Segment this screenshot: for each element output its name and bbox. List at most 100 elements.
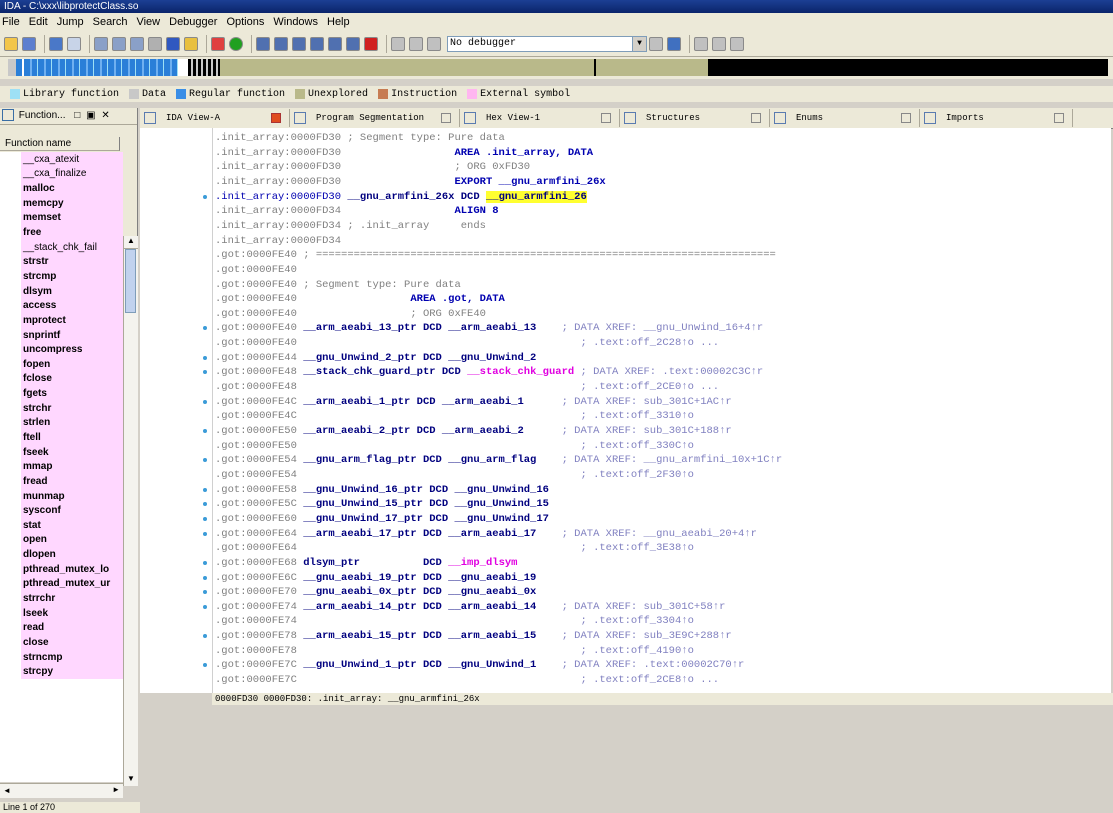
function-list-item[interactable]: ffopen [21,356,123,372]
disassembly-line[interactable]: .got:0000FE64 ; .text:off_3E38↑o [215,541,694,555]
function-list-hscroll[interactable]: ◄ ► [0,783,123,798]
instruction-text[interactable]: __arm_aeabi_2_ptr DCD __arm_aeabi_2 [297,425,524,437]
xref-comment[interactable]: ; DATA XREF: __gnu_armfini_10x+1C↑r [536,454,783,466]
open-file-icon[interactable] [4,36,18,51]
function-list-item[interactable]: fstrstr [21,254,123,270]
xref-comment[interactable]: ; DATA XREF: .text:00002C3C↑r [574,366,763,378]
disassembly-view[interactable]: .init_array:0000FD30 ; Segment type: Pur… [212,128,1111,693]
disassembly-line[interactable]: .got:0000FE78 ; .text:off_4190↑o [215,644,694,658]
chart-icon[interactable] [256,36,270,51]
disassembly-line[interactable]: .got:0000FE40 ; .text:off_2C28↑o ... [215,336,719,350]
instruction-text[interactable]: __gnu_aeabi_19_ptr DCD __gnu_aeabi_19 [297,572,536,584]
instruction-text[interactable]: __arm_aeabi_1_ptr DCD __arm_aeabi_1 [297,396,524,408]
disassembly-line[interactable]: .got:0000FE5C __gnu_Unwind_15_ptr DCD __… [215,497,549,511]
function-list-item[interactable]: fstat [21,518,123,533]
xref-comment[interactable]: ; .text:off_4190↑o [297,645,693,657]
disassembly-line[interactable]: .got:0000FE54 __gnu_arm_flag_ptr DCD __g… [215,453,782,467]
function-list-item[interactable]: fread [21,620,123,636]
function-list-item[interactable]: f__cxa_finalize [21,166,123,182]
disassembly-line[interactable]: .got:0000FE54 ; .text:off_2F30↑o [215,468,694,482]
instruction-text[interactable]: __arm_aeabi_15_ptr DCD __arm_aeabi_15 [297,630,536,642]
symbol-reference[interactable]: __gnu_armfini_26 [485,190,587,203]
instruction-text[interactable]: __gnu_Unwind_1_ptr DCD __gnu_Unwind_1 [297,659,536,671]
disassembly-line[interactable]: .got:0000FE4C __arm_aeabi_1_ptr DCD __ar… [215,395,732,409]
disassembly-line[interactable]: .got:0000FE50 __arm_aeabi_2_ptr DCD __ar… [215,424,732,438]
disassembly-line[interactable]: .init_array:0000FD30 AREA .init_array, D… [215,146,593,160]
function-list-item[interactable]: fmalloc [21,181,123,196]
function-list-item[interactable]: fmemcpy [21,195,123,211]
disassembly-line[interactable]: .got:0000FE48 ; .text:off_2CE0↑o ... [215,380,719,394]
disassembly-line[interactable]: .init_array:0000FD34 ALIGN 8 [215,204,499,218]
function-list-item[interactable]: fstrrchr [21,591,123,606]
search-binary-icon[interactable] [112,36,126,51]
xref-icon[interactable] [292,36,306,51]
instruction-text[interactable]: __stack_chk_guard_ptr DCD [297,366,467,378]
menu-windows[interactable]: Windows [273,16,318,28]
play-icon[interactable] [391,36,405,51]
function-list[interactable]: f__cxa_atexitf__cxa_finalizefmallocfmemc… [0,152,123,782]
tab-enums[interactable]: Enums [770,109,920,127]
symbol-reference[interactable]: __stack_chk_guard [467,366,574,378]
disassembly-line[interactable]: .got:0000FE40 ; ORG 0xFE40 [215,307,486,321]
disassembly-line[interactable]: .init_array:0000FD30 ; ORG 0xFD30 [215,160,530,174]
function-list-item[interactable]: ffree [21,225,123,240]
disassembly-line[interactable]: .got:0000FE6C __gnu_aeabi_19_ptr DCD __g… [215,571,536,585]
function-list-item[interactable]: ffclose [21,371,123,387]
menu-view[interactable]: View [136,16,160,28]
close-red-icon[interactable] [364,36,378,51]
xref-comment[interactable]: ; DATA XREF: sub_3E9C+288↑r [536,630,732,642]
disassembly-line[interactable]: .got:0000FE60 __gnu_Unwind_17_ptr DCD __… [215,512,549,526]
xref-comment[interactable]: ; .text:off_3E38↑o [297,542,693,554]
disassembly-line[interactable]: .got:0000FE40 __arm_aeabi_13_ptr DCD __a… [215,321,763,335]
xref-comment[interactable]: ; DATA XREF: sub_301C+1AC↑r [524,396,732,408]
disassembly-line[interactable]: .got:0000FE4C ; .text:off_3310↑o [215,409,694,423]
disassembly-line[interactable]: .init_array:0000FD30 EXPORT __gnu_armfin… [215,175,606,189]
disassembly-line[interactable]: .got:0000FE40 ; Segment type: Pure data [215,278,461,292]
debug-options-icon[interactable] [649,36,663,51]
symbol-reference[interactable]: __imp_dlsym [448,557,517,569]
function-list-item[interactable]: fsnprintf [21,327,123,343]
tab-close-icon[interactable] [1054,113,1064,123]
disassembly-line[interactable]: .got:0000FE58 __gnu_Unwind_16_ptr DCD __… [215,483,549,497]
disassembly-line[interactable]: .got:0000FE40 ; ========================… [215,248,776,262]
disassembly-line[interactable]: .got:0000FE74 ; .text:off_3304↑o [215,614,694,628]
maximize-icon[interactable]: ▣ [86,110,95,121]
function-list-item[interactable]: f__cxa_atexit [21,152,123,167]
instruction-text[interactable]: dlsym_ptr DCD [297,557,448,569]
disassembly-line[interactable]: .got:0000FE40 AREA .got, DATA [215,292,505,306]
function-list-item[interactable]: fclose [21,635,123,650]
function-list-item[interactable]: fstrcpy [21,664,123,680]
tab-close-icon[interactable] [271,113,281,123]
function-list-item[interactable]: fstrncmp [21,649,123,665]
disassembly-line[interactable]: .init_array:0000FD30 __gnu_armfini_26x D… [215,190,587,204]
chart2-icon[interactable] [274,36,288,51]
disassembly-line[interactable]: .got:0000FE50 ; .text:off_330C↑o [215,439,694,453]
xref-comment[interactable]: ; .text:off_330C↑o [297,440,693,452]
menu-file[interactable]: File [2,16,20,28]
tab-close-icon[interactable] [441,113,451,123]
xref-comment[interactable]: ; .text:off_2CE0↑o ... [297,381,719,393]
disassembly-line[interactable]: .got:0000FE7C ; .text:off_2CE8↑o ... [215,673,719,687]
flow-icon[interactable] [328,36,342,51]
instruction-text[interactable]: __arm_aeabi_17_ptr DCD __arm_aeabi_17 [297,528,536,540]
disassembly-line[interactable]: .got:0000FE68 dlsym_ptr DCD __imp_dlsym [215,556,517,570]
function-list-scrollbar[interactable]: ▲ ▼ [123,236,138,786]
disassembly-line[interactable]: .init_array:0000FD34 ; .init_array ends [215,219,486,233]
function-list-item[interactable]: f__stack_chk_fail [21,239,123,255]
forward-icon[interactable] [67,36,81,51]
back-icon[interactable] [49,36,63,51]
run-icon[interactable] [229,36,243,51]
instruction-text[interactable]: __gnu_Unwind_16_ptr DCD __gnu_Unwind_16 [297,484,549,496]
disassembly-line[interactable]: .got:0000FE40 [215,263,297,277]
xref-comment[interactable]: ; .text:off_3304↑o [297,615,693,627]
tab-ida-view-a[interactable]: IDA View-A [140,109,290,127]
function-list-item[interactable]: fdlsym [21,283,123,299]
function-list-item[interactable]: fpthread_mutex_lo [21,561,123,577]
function-list-item[interactable]: faccess [21,298,123,314]
function-list-item[interactable]: fdlopen [21,547,123,562]
tab-close-icon[interactable] [901,113,911,123]
xref-comment[interactable]: ; DATA XREF: sub_301C+58↑r [536,601,726,613]
flow2-icon[interactable] [346,36,360,51]
xref-comment[interactable]: ; .text:off_2C28↑o ... [297,337,719,349]
tab-program-segmentation[interactable]: Program Segmentation [290,109,460,127]
